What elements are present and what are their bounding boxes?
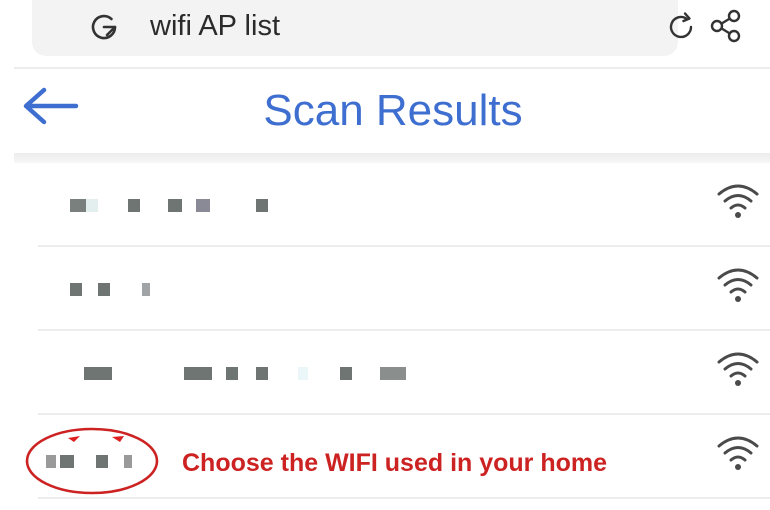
share-icon[interactable] xyxy=(708,8,744,44)
highlight-circle xyxy=(25,427,159,495)
page-title: Scan Results xyxy=(263,86,523,135)
wifi-signal-icon xyxy=(717,352,759,386)
ap-list-item[interactable] xyxy=(0,163,770,247)
wifi-signal-icon xyxy=(717,268,759,302)
wifi-signal-icon xyxy=(717,184,759,218)
divider xyxy=(14,67,770,69)
search-bar[interactable]: wifi AP list xyxy=(32,0,693,56)
header-divider xyxy=(14,153,770,163)
google-lens-icon[interactable] xyxy=(87,10,121,44)
search-input[interactable]: wifi AP list xyxy=(150,8,280,44)
reload-icon[interactable] xyxy=(664,10,698,44)
ap-list-item[interactable] xyxy=(0,247,770,331)
wifi-signal-icon xyxy=(717,436,759,470)
ap-list-item[interactable] xyxy=(0,331,770,415)
instruction-annotation: Choose the WIFI used in your home xyxy=(182,449,608,477)
